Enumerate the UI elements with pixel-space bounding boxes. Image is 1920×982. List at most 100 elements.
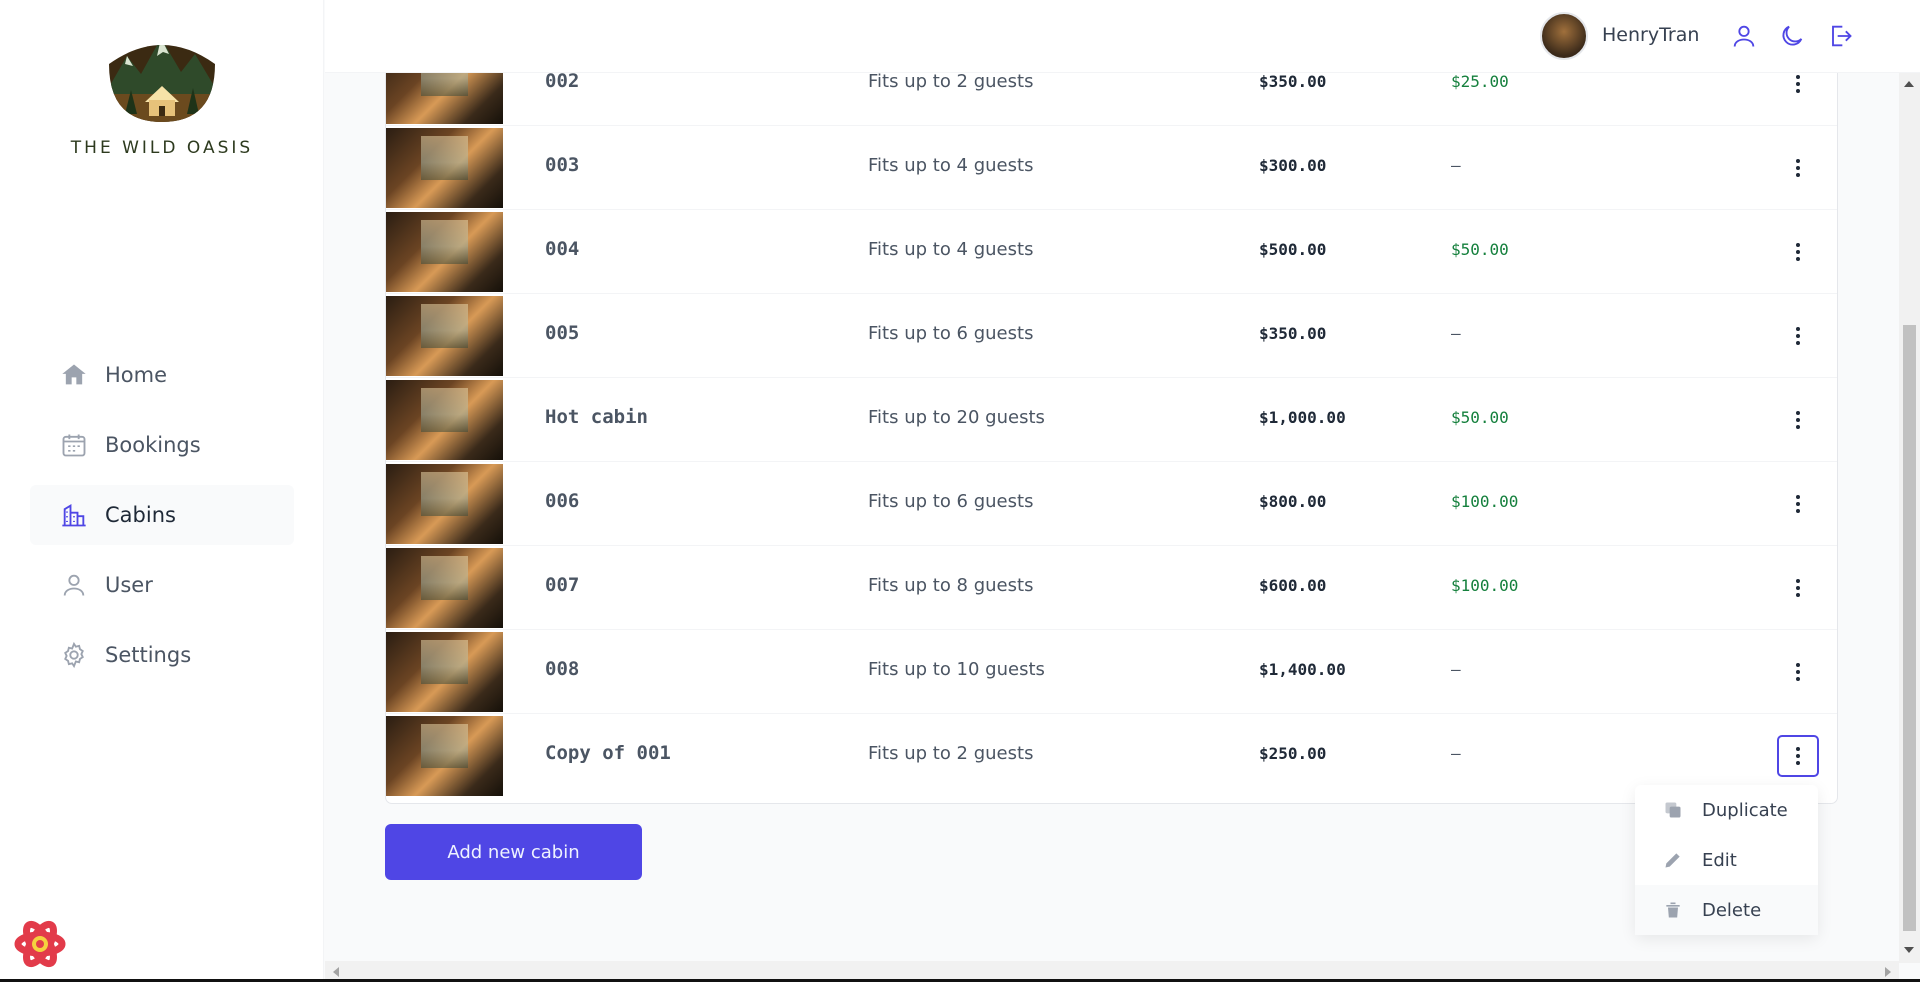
cabin-name: 003: [545, 154, 580, 176]
cabin-capacity: Fits up to 2 guests: [868, 73, 1034, 92]
table-row: 002 Fits up to 2 guests $350.00 $25.00: [386, 73, 1837, 126]
menu-item-label: Edit: [1702, 849, 1737, 871]
scrollbar-thumb[interactable]: [1903, 325, 1916, 931]
cabin-discount: —: [1451, 660, 1461, 679]
sidebar-item-settings[interactable]: Settings: [30, 625, 294, 685]
cabin-image: [386, 73, 503, 124]
cabin-image: [386, 548, 503, 628]
logout-button[interactable]: [1823, 19, 1857, 53]
cabin-discount: $100.00: [1451, 492, 1519, 511]
dark-mode-toggle[interactable]: [1775, 19, 1809, 53]
cabin-image: [386, 296, 503, 376]
cabin-capacity: Fits up to 20 guests: [868, 407, 1045, 428]
react-devtools-icon[interactable]: [14, 918, 66, 970]
user-icon: [1733, 25, 1755, 47]
cabin-price: $350.00: [1259, 73, 1327, 91]
cabin-discount: —: [1451, 324, 1461, 343]
cabin-capacity: Fits up to 10 guests: [868, 659, 1045, 680]
table-row: 007 Fits up to 8 guests $600.00 $100.00: [386, 546, 1837, 630]
scroll-down-arrow[interactable]: [1904, 947, 1914, 953]
more-vertical-icon: [1796, 747, 1800, 765]
sidebar: THE WILD OASIS Home Bookings Cabins User…: [0, 0, 324, 982]
cabin-discount: $25.00: [1451, 73, 1509, 91]
vertical-scrollbar[interactable]: [1899, 73, 1920, 963]
cabin-discount: —: [1451, 156, 1461, 175]
cabin-price: $1,000.00: [1259, 408, 1346, 427]
scroll-up-arrow[interactable]: [1904, 81, 1914, 87]
trash-icon: [1666, 902, 1680, 918]
more-vertical-icon: [1796, 579, 1800, 597]
more-vertical-icon: [1796, 327, 1800, 345]
more-vertical-icon: [1796, 663, 1800, 681]
row-menu-button[interactable]: [1777, 483, 1819, 525]
cabin-capacity: Fits up to 4 guests: [868, 239, 1034, 260]
sidebar-item-label: Cabins: [105, 503, 176, 527]
cabin-image: [386, 212, 503, 292]
menu-item-edit[interactable]: Edit: [1635, 835, 1818, 885]
row-context-menu: Duplicate Edit Delete: [1635, 785, 1818, 935]
menu-item-delete[interactable]: Delete: [1635, 885, 1818, 935]
account-button[interactable]: [1727, 19, 1761, 53]
more-vertical-icon: [1796, 495, 1800, 513]
cabin-price: $300.00: [1259, 156, 1327, 175]
cabin-capacity: Fits up to 6 guests: [868, 323, 1034, 344]
sidebar-item-label: Bookings: [105, 433, 201, 457]
cabins-table: 002 Fits up to 2 guests $350.00 $25.00 0…: [385, 73, 1838, 804]
row-menu-button[interactable]: [1777, 567, 1819, 609]
cabin-name: Hot cabin: [545, 406, 648, 428]
cabin-price: $800.00: [1259, 492, 1327, 511]
cabin-price: $250.00: [1259, 744, 1327, 763]
sidebar-item-cabins[interactable]: Cabins: [30, 485, 294, 545]
table-row: Copy of 001 Fits up to 2 guests $250.00 …: [386, 714, 1837, 798]
table-row: 003 Fits up to 4 guests $300.00 —: [386, 126, 1837, 210]
more-vertical-icon: [1796, 243, 1800, 261]
cabin-price: $350.00: [1259, 324, 1327, 343]
cabin-name: 007: [545, 574, 580, 596]
row-menu-button[interactable]: [1777, 399, 1819, 441]
calendar-icon: [62, 434, 86, 457]
table-row: 005 Fits up to 6 guests $350.00 —: [386, 294, 1837, 378]
cabin-name: 005: [545, 322, 580, 344]
home-icon: [62, 364, 86, 385]
cabin-name: 002: [545, 73, 580, 92]
top-header: HenryTran: [325, 0, 1920, 73]
scroll-right-arrow[interactable]: [1885, 967, 1891, 977]
more-vertical-icon: [1796, 159, 1800, 177]
sidebar-item-bookings[interactable]: Bookings: [30, 415, 294, 475]
cabin-name: 004: [545, 238, 580, 260]
scroll-left-arrow[interactable]: [333, 967, 339, 977]
cabin-image: [386, 380, 503, 460]
menu-item-duplicate[interactable]: Duplicate: [1635, 785, 1818, 835]
cabin-price: $500.00: [1259, 240, 1327, 259]
more-vertical-icon: [1796, 75, 1800, 93]
row-menu-button[interactable]: [1777, 73, 1819, 105]
user-name: HenryTran: [1602, 24, 1700, 46]
cabin-capacity: Fits up to 6 guests: [868, 491, 1034, 512]
cabin-image: [386, 632, 503, 712]
add-cabin-button[interactable]: Add new cabin: [385, 824, 642, 880]
buildings-icon: [62, 504, 86, 527]
cabin-capacity: Fits up to 8 guests: [868, 575, 1034, 596]
row-menu-button[interactable]: [1777, 147, 1819, 189]
sidebar-item-user[interactable]: User: [30, 555, 294, 615]
cabin-discount: $50.00: [1451, 408, 1509, 427]
table-row: 008 Fits up to 10 guests $1,400.00 —: [386, 630, 1837, 714]
menu-item-label: Delete: [1702, 899, 1762, 921]
cabin-capacity: Fits up to 4 guests: [868, 155, 1034, 176]
row-menu-button[interactable]: [1777, 735, 1819, 777]
user-icon: [63, 574, 85, 596]
cabin-price: $600.00: [1259, 576, 1327, 595]
menu-item-label: Duplicate: [1702, 799, 1788, 821]
row-menu-button[interactable]: [1777, 315, 1819, 357]
more-vertical-icon: [1796, 411, 1800, 429]
cabin-name: 008: [545, 658, 580, 680]
pencil-icon: [1665, 853, 1680, 868]
row-menu-button[interactable]: [1777, 231, 1819, 273]
table-row: 004 Fits up to 4 guests $500.00 $50.00: [386, 210, 1837, 294]
sidebar-item-label: Home: [105, 363, 168, 387]
cabin-discount: $50.00: [1451, 240, 1509, 259]
moon-icon: [1782, 25, 1803, 46]
cabin-image: [386, 464, 503, 544]
row-menu-button[interactable]: [1777, 651, 1819, 693]
sidebar-item-home[interactable]: Home: [30, 345, 294, 405]
